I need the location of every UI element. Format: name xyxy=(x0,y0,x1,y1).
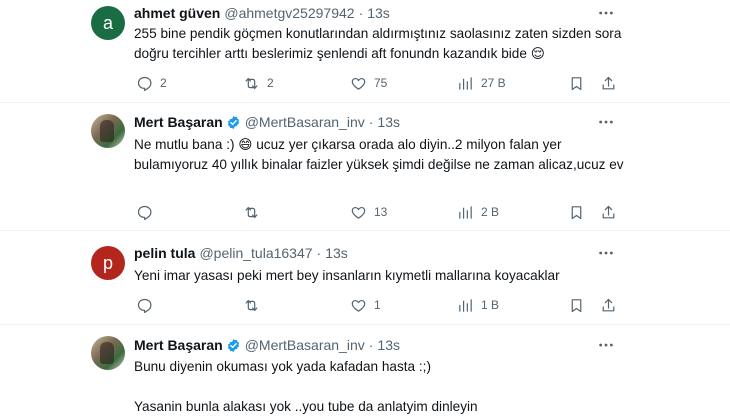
separator-dot: · xyxy=(368,114,374,130)
share-button[interactable] xyxy=(600,295,617,315)
reply-button[interactable] xyxy=(136,202,160,222)
share-icon xyxy=(602,76,615,89)
action-bar: 2 2 75 27 B xyxy=(126,73,615,93)
share-icon xyxy=(602,205,615,218)
user-handle[interactable]: @MertBasaran_inv xyxy=(245,336,365,354)
views-chart-icon xyxy=(459,298,472,312)
reply-icon xyxy=(137,298,152,313)
reply-button[interactable] xyxy=(136,295,160,315)
like-count: 1 xyxy=(374,298,381,312)
tweet[interactable]: Mert Başaran @MertBasaran_inv · 13s Ne m… xyxy=(0,103,730,231)
views-button[interactable]: 2 B xyxy=(457,202,499,222)
bookmark-button[interactable] xyxy=(568,202,585,222)
separator-dot: · xyxy=(358,5,364,21)
display-name[interactable]: Mert Başaran xyxy=(134,336,223,354)
retweet-count: 2 xyxy=(267,76,274,90)
retweet-icon xyxy=(245,206,258,218)
user-handle[interactable]: @pelin_tula16347 xyxy=(199,244,312,262)
tweet-text-line: Yeni imar yasası peki mert bey insanları… xyxy=(134,268,560,283)
bookmark-button[interactable] xyxy=(568,295,585,315)
retweet-button[interactable] xyxy=(243,295,267,315)
tweet-text: Ne mutlu bana :) 😄 ucuz yer çıkarsa orad… xyxy=(134,135,624,175)
tweet-header: Mert Başaran @MertBasaran_inv · 13s xyxy=(134,113,610,131)
action-bar: 13 2 B xyxy=(126,202,615,222)
retweet-button[interactable] xyxy=(243,202,267,222)
user-handle[interactable]: @ahmetgv25297942 xyxy=(224,4,354,22)
tweet[interactable]: a ahmet güven @ahmetgv25297942 · 13s 255… xyxy=(0,0,730,103)
timestamp[interactable]: 13s xyxy=(325,244,348,262)
timestamp[interactable]: 13s xyxy=(377,336,400,354)
retweet-button[interactable]: 2 xyxy=(243,73,274,93)
action-bar: 1 1 B xyxy=(126,295,615,315)
tweet-text-line: Bunu diyenin okuması yok yada kafadan ha… xyxy=(134,359,431,374)
retweet-icon xyxy=(245,299,258,311)
more-dots-icon[interactable] xyxy=(597,336,615,354)
views-button[interactable]: 27 B xyxy=(457,73,506,93)
reply-count: 2 xyxy=(160,76,167,90)
more-dots-icon[interactable] xyxy=(597,244,615,262)
display-name[interactable]: ahmet güven xyxy=(134,4,220,22)
user-handle[interactable]: @MertBasaran_inv xyxy=(245,113,365,131)
bookmark-button[interactable] xyxy=(568,73,585,93)
reply-icon xyxy=(137,205,152,220)
view-count: 2 B xyxy=(481,205,500,219)
share-icon xyxy=(602,298,615,311)
bookmark-icon xyxy=(571,205,582,219)
views-chart-icon xyxy=(459,205,472,219)
display-name[interactable]: pelin tula xyxy=(134,244,195,262)
avatar[interactable] xyxy=(91,114,125,148)
avatar-letter: a xyxy=(102,12,113,33)
retweet-icon xyxy=(245,77,258,89)
like-count: 13 xyxy=(374,205,388,219)
more-dots-icon[interactable] xyxy=(597,113,615,131)
timestamp[interactable]: 13s xyxy=(367,4,390,22)
share-button[interactable] xyxy=(600,202,617,222)
like-button[interactable]: 13 xyxy=(350,202,387,222)
avatar[interactable]: p xyxy=(91,246,125,280)
tweet-text-line: Ne mutlu bana :) 😄 ucuz yer çıkarsa orad… xyxy=(134,137,624,172)
reply-icon xyxy=(137,76,152,91)
separator-dot: · xyxy=(316,245,322,261)
more-dots-icon[interactable] xyxy=(597,4,615,22)
tweet-text: Bunu diyenin okuması yok yada kafadan ha… xyxy=(134,357,624,417)
separator-dot: · xyxy=(368,337,374,353)
views-button[interactable]: 1 B xyxy=(457,295,499,315)
tweet-header: pelin tula @pelin_tula16347 · 13s xyxy=(134,244,610,262)
timestamp[interactable]: 13s xyxy=(377,113,400,131)
verified-badge-icon xyxy=(226,338,241,353)
tweet-text: 255 bine pendik göçmen konutlarından ald… xyxy=(134,24,624,64)
avatar-letter: p xyxy=(102,252,113,273)
tweet-text-line: 255 bine pendik göçmen konutlarından ald… xyxy=(134,26,622,61)
avatar[interactable] xyxy=(91,336,125,370)
tweet-text: Yeni imar yasası peki mert bey insanları… xyxy=(134,266,624,286)
avatar[interactable]: a xyxy=(91,6,125,40)
tweet[interactable]: Mert Başaran @MertBasaran_inv · 13s Bunu… xyxy=(0,325,730,420)
display-name[interactable]: Mert Başaran xyxy=(134,113,223,131)
verified-badge-icon xyxy=(226,115,241,130)
tweet-header: ahmet güven @ahmetgv25297942 · 13s xyxy=(134,4,610,22)
view-count: 1 B xyxy=(481,298,500,312)
view-count: 27 B xyxy=(481,76,506,90)
tweet[interactable]: p pelin tula @pelin_tula16347 · 13s Yeni… xyxy=(0,231,730,325)
tweet-text-line: Yasanin bunla alakası yok ..you tube da … xyxy=(134,399,478,414)
reply-button[interactable]: 2 xyxy=(136,73,167,93)
heart-icon xyxy=(351,299,366,312)
bookmark-icon xyxy=(571,298,582,312)
like-button[interactable]: 1 xyxy=(350,295,381,315)
heart-icon xyxy=(351,77,366,90)
reply-feed: a ahmet güven @ahmetgv25297942 · 13s 255… xyxy=(0,0,730,420)
tweet-header: Mert Başaran @MertBasaran_inv · 13s xyxy=(134,336,610,354)
heart-icon xyxy=(351,206,366,219)
bookmark-icon xyxy=(571,76,582,90)
like-button[interactable]: 75 xyxy=(350,73,387,93)
views-chart-icon xyxy=(459,76,472,90)
share-button[interactable] xyxy=(600,73,617,93)
like-count: 75 xyxy=(374,76,388,90)
